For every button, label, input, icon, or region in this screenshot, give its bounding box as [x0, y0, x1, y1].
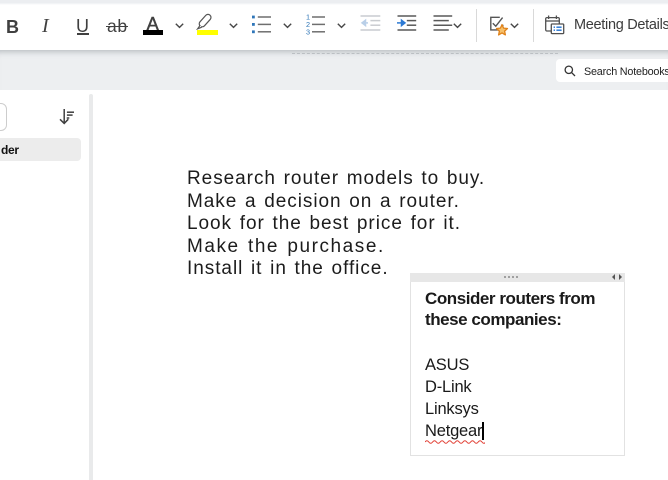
svg-text:3: 3 [306, 27, 310, 35]
